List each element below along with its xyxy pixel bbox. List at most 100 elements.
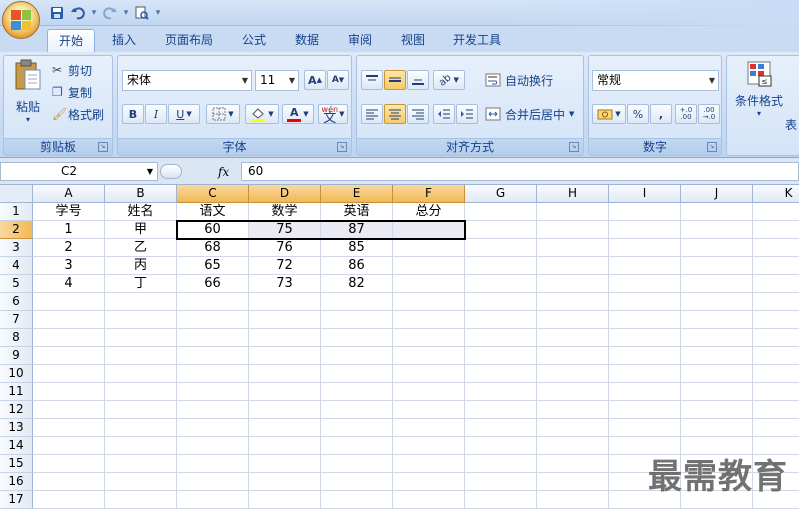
cell-g7[interactable] (465, 311, 537, 329)
cell-a17[interactable] (33, 491, 105, 509)
cell-h1[interactable] (537, 203, 609, 221)
cell-e17[interactable] (321, 491, 393, 509)
cell-i2[interactable] (609, 221, 681, 239)
cell-e11[interactable] (321, 383, 393, 401)
cell-c15[interactable] (177, 455, 249, 473)
cell-h17[interactable] (537, 491, 609, 509)
row-header-16[interactable]: 16 (0, 473, 33, 491)
cell-g9[interactable] (465, 347, 537, 365)
cell-a5[interactable]: 4 (33, 275, 105, 293)
cell-d5[interactable]: 73 (249, 275, 321, 293)
cell-a15[interactable] (33, 455, 105, 473)
cell-g8[interactable] (465, 329, 537, 347)
cell-f7[interactable] (393, 311, 465, 329)
currency-button[interactable]: ▼ (592, 104, 626, 124)
cell-a12[interactable] (33, 401, 105, 419)
alignment-launcher-icon[interactable]: ↘ (569, 142, 579, 152)
cell-a16[interactable] (33, 473, 105, 491)
cell-j5[interactable] (681, 275, 753, 293)
cell-c17[interactable] (177, 491, 249, 509)
column-header-f[interactable]: F (393, 185, 465, 203)
row-header-3[interactable]: 3 (0, 239, 33, 257)
cell-i7[interactable] (609, 311, 681, 329)
cell-b6[interactable] (105, 293, 177, 311)
copy-button[interactable]: ❐ 复制 (52, 83, 92, 101)
number-launcher-icon[interactable]: ↘ (707, 142, 717, 152)
print-preview-icon[interactable] (133, 5, 151, 22)
row-header-9[interactable]: 9 (0, 347, 33, 365)
cell-e16[interactable] (321, 473, 393, 491)
cell-b10[interactable] (105, 365, 177, 383)
cell-k5[interactable] (753, 275, 799, 293)
cell-a3[interactable]: 2 (33, 239, 105, 257)
cell-f1[interactable]: 总分 (393, 203, 465, 221)
cell-f12[interactable] (393, 401, 465, 419)
font-name-select[interactable]: 宋体 ▼ (122, 70, 252, 91)
cell-d3[interactable]: 76 (249, 239, 321, 257)
cell-a13[interactable] (33, 419, 105, 437)
cell-a10[interactable] (33, 365, 105, 383)
merge-center-button[interactable]: 合并后居中 ▼ (485, 104, 574, 124)
cell-d4[interactable]: 72 (249, 257, 321, 275)
cell-k8[interactable] (753, 329, 799, 347)
font-color-button[interactable]: A ▼ (282, 104, 314, 124)
cell-b16[interactable] (105, 473, 177, 491)
cell-g2[interactable] (465, 221, 537, 239)
cell-j3[interactable] (681, 239, 753, 257)
cell-d14[interactable] (249, 437, 321, 455)
cell-e3[interactable]: 85 (321, 239, 393, 257)
cell-i10[interactable] (609, 365, 681, 383)
tab-view[interactable]: 视图 (389, 29, 437, 52)
cell-k11[interactable] (753, 383, 799, 401)
column-header-d[interactable]: D (249, 185, 321, 203)
cell-a9[interactable] (33, 347, 105, 365)
cell-f5[interactable] (393, 275, 465, 293)
align-right-button[interactable] (407, 104, 429, 124)
cell-j1[interactable] (681, 203, 753, 221)
align-center-button[interactable] (384, 104, 406, 124)
column-header-c[interactable]: C (177, 185, 249, 203)
cell-k2[interactable] (753, 221, 799, 239)
cell-i6[interactable] (609, 293, 681, 311)
cell-e4[interactable]: 86 (321, 257, 393, 275)
cell-b14[interactable] (105, 437, 177, 455)
cell-f10[interactable] (393, 365, 465, 383)
cell-i12[interactable] (609, 401, 681, 419)
italic-button[interactable]: I (145, 104, 167, 124)
cell-d2[interactable]: 75 (249, 221, 321, 239)
cell-g17[interactable] (465, 491, 537, 509)
cell-b3[interactable]: 乙 (105, 239, 177, 257)
cell-i1[interactable] (609, 203, 681, 221)
cell-f16[interactable] (393, 473, 465, 491)
conditional-format-button[interactable]: ≤ 条件格式 ▾ (731, 60, 787, 130)
cell-e6[interactable] (321, 293, 393, 311)
cell-g12[interactable] (465, 401, 537, 419)
cell-k4[interactable] (753, 257, 799, 275)
cell-e14[interactable] (321, 437, 393, 455)
cell-c8[interactable] (177, 329, 249, 347)
cell-g13[interactable] (465, 419, 537, 437)
tab-review[interactable]: 审阅 (336, 29, 384, 52)
cell-h11[interactable] (537, 383, 609, 401)
cell-a11[interactable] (33, 383, 105, 401)
cell-i3[interactable] (609, 239, 681, 257)
cell-c9[interactable] (177, 347, 249, 365)
cell-k7[interactable] (753, 311, 799, 329)
cell-b17[interactable] (105, 491, 177, 509)
cell-a4[interactable]: 3 (33, 257, 105, 275)
select-all-corner[interactable] (0, 185, 33, 203)
row-header-1[interactable]: 1 (0, 203, 33, 221)
name-box[interactable]: C2 ▼ (0, 162, 158, 181)
underline-button[interactable]: U ▼ (168, 104, 200, 124)
undo-icon[interactable] (69, 5, 87, 22)
tab-formulas[interactable]: 公式 (230, 29, 278, 52)
row-header-14[interactable]: 14 (0, 437, 33, 455)
cell-e10[interactable] (321, 365, 393, 383)
orientation-button[interactable]: ab ▼ (433, 70, 465, 90)
cell-f9[interactable] (393, 347, 465, 365)
cell-g16[interactable] (465, 473, 537, 491)
format-painter-button[interactable]: 🖌 格式刷 (52, 105, 104, 123)
phonetic-button[interactable]: wén 文 ▼ (318, 104, 348, 125)
cell-g11[interactable] (465, 383, 537, 401)
column-header-a[interactable]: A (33, 185, 105, 203)
